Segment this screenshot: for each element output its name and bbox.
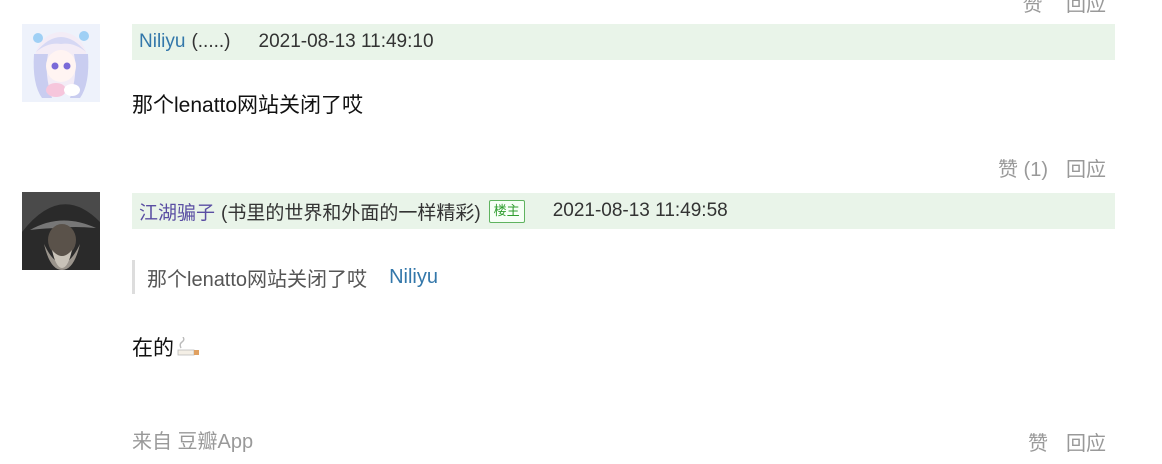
comment-time: 2021-08-13 11:49:10 <box>258 31 434 52</box>
comment-meta-bar: Niliyu (.....) 2021-08-13 11:49:10 <box>132 24 1115 60</box>
cigarette-emoji-icon <box>176 336 200 363</box>
comment-text-content: 在的 <box>132 337 174 360</box>
comment-time: 2021-08-13 11:49:58 <box>552 200 728 221</box>
author-signature: (书里的世界和外面的一样精彩) <box>221 202 481 224</box>
comment-actions: 赞 (1) 回应 <box>998 153 1106 182</box>
previous-comment-footer: 赞 回应 <box>0 0 1162 16</box>
avatar[interactable] <box>22 192 100 270</box>
author-link[interactable]: Niliyu <box>139 31 185 53</box>
source-label: 来自 豆瓣App <box>132 431 254 453</box>
quoted-comment: 那个lenatto网站关闭了哎 Niliyu <box>132 260 438 294</box>
reply-button[interactable]: 回应 <box>1066 427 1106 456</box>
comment-text: 在的 <box>132 332 200 363</box>
reply-button[interactable]: 回应 <box>1066 153 1106 182</box>
quote-text: 那个lenatto网站关闭了哎 <box>147 268 368 291</box>
like-button[interactable]: 赞 (1) <box>998 153 1048 182</box>
comment-actions: 赞 回应 <box>1028 427 1106 456</box>
op-badge: 楼主 <box>488 199 525 223</box>
like-button[interactable]: 赞 <box>1028 427 1048 456</box>
author-link[interactable]: 江湖骗子 <box>139 198 215 225</box>
comment-meta-bar: 江湖骗子 (书里的世界和外面的一样精彩) 楼主 2021-08-13 11:49… <box>132 193 1115 229</box>
avatar[interactable] <box>22 24 100 102</box>
author-signature: (.....) <box>191 31 231 52</box>
comment-text: 那个lenatto网站关闭了哎 <box>132 94 364 117</box>
quote-author-link[interactable]: Niliyu <box>389 266 438 289</box>
previous-comment-actions: 赞 回应 <box>1022 0 1106 17</box>
previous-reply-button[interactable]: 回应 <box>1066 0 1106 16</box>
previous-like-button[interactable]: 赞 <box>1022 0 1042 16</box>
